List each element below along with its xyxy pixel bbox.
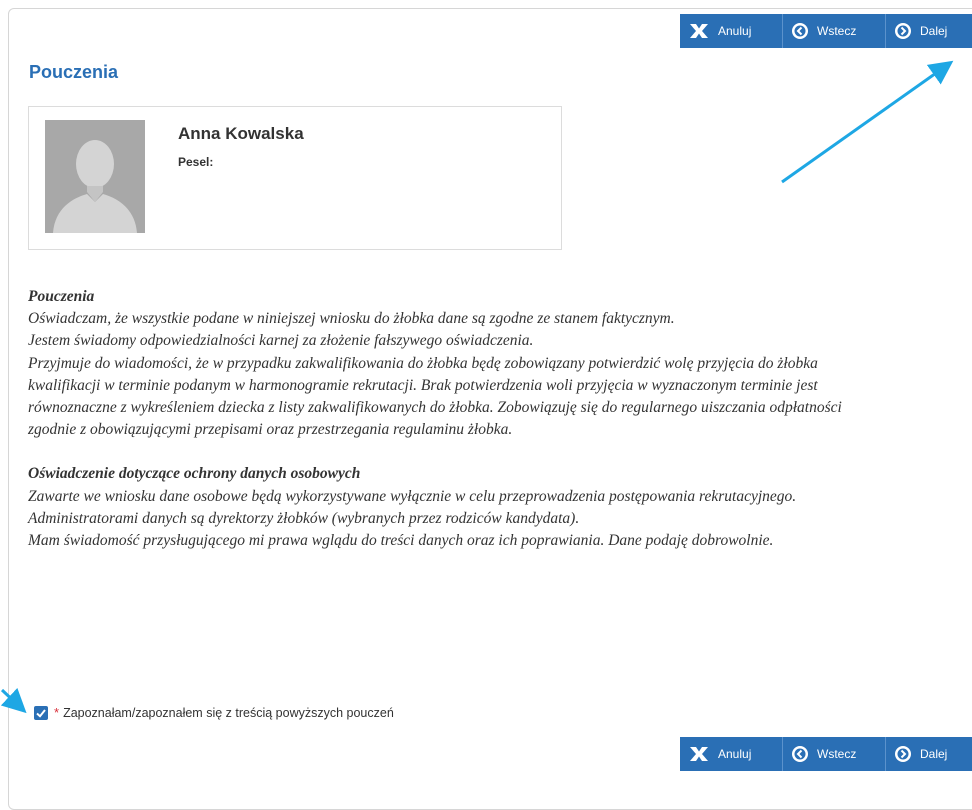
notice-text: Pouczenia Oświadczam, że wszystkie podan…: [28, 286, 848, 552]
cancel-label: Anuluj: [718, 24, 752, 38]
circle-arrow-left-icon: [791, 22, 809, 40]
cancel-button[interactable]: Anuluj: [680, 14, 783, 48]
pesel-label: Pesel:: [178, 155, 214, 169]
person-name: Anna Kowalska: [178, 124, 304, 143]
next-label: Dalej: [920, 747, 948, 761]
notice-paragraph: Mam świadomość przysługującego mi prawa …: [28, 532, 774, 550]
bottom-toolbar: Anuluj Wstecz Dalej: [680, 737, 972, 771]
circle-arrow-left-icon: [791, 745, 809, 763]
required-marker: *: [54, 705, 60, 720]
notice-heading: Pouczenia: [28, 288, 95, 305]
user-silhouette-icon: [45, 120, 145, 233]
next-button[interactable]: Dalej: [886, 14, 972, 48]
top-toolbar: Anuluj Wstecz Dalej: [680, 14, 972, 48]
notice-paragraph: Administratorami danych są dyrektorzy żł…: [28, 509, 580, 527]
back-button[interactable]: Wstecz: [783, 737, 886, 771]
cancel-button[interactable]: Anuluj: [680, 737, 783, 771]
back-label: Wstecz: [817, 24, 857, 38]
next-label: Dalej: [920, 24, 948, 38]
close-x-icon: [688, 746, 710, 762]
next-button[interactable]: Dalej: [886, 737, 972, 771]
cancel-label: Anuluj: [718, 747, 752, 761]
person-card: Anna Kowalska Pesel:: [28, 106, 562, 250]
notice-paragraph: Oświadczam, że wszystkie podane w niniej…: [28, 310, 675, 328]
data-protection-heading: Oświadczenie dotyczące ochrony danych os…: [28, 465, 361, 483]
pesel-value: [229, 147, 369, 193]
page-title: Pouczenia: [29, 62, 119, 82]
agreement-row: * Zapoznałam/zapoznałem się z treścią po…: [34, 705, 394, 720]
agreement-label[interactable]: Zapoznałam/zapoznałem się z treścią powy…: [63, 706, 394, 720]
notice-paragraph: Jestem świadomy odpowiedzialności karnej…: [28, 332, 534, 350]
notice-paragraph: Przyjmuje do wiadomości, że w przypadku …: [28, 354, 842, 439]
circle-arrow-right-icon: [894, 745, 912, 763]
circle-arrow-right-icon: [894, 22, 912, 40]
back-label: Wstecz: [817, 747, 857, 761]
back-button[interactable]: Wstecz: [783, 14, 886, 48]
notice-paragraph: Zawarte we wniosku dane osobowe będą wyk…: [28, 487, 797, 505]
agreement-checkbox[interactable]: [34, 705, 48, 720]
close-x-icon: [688, 23, 710, 39]
